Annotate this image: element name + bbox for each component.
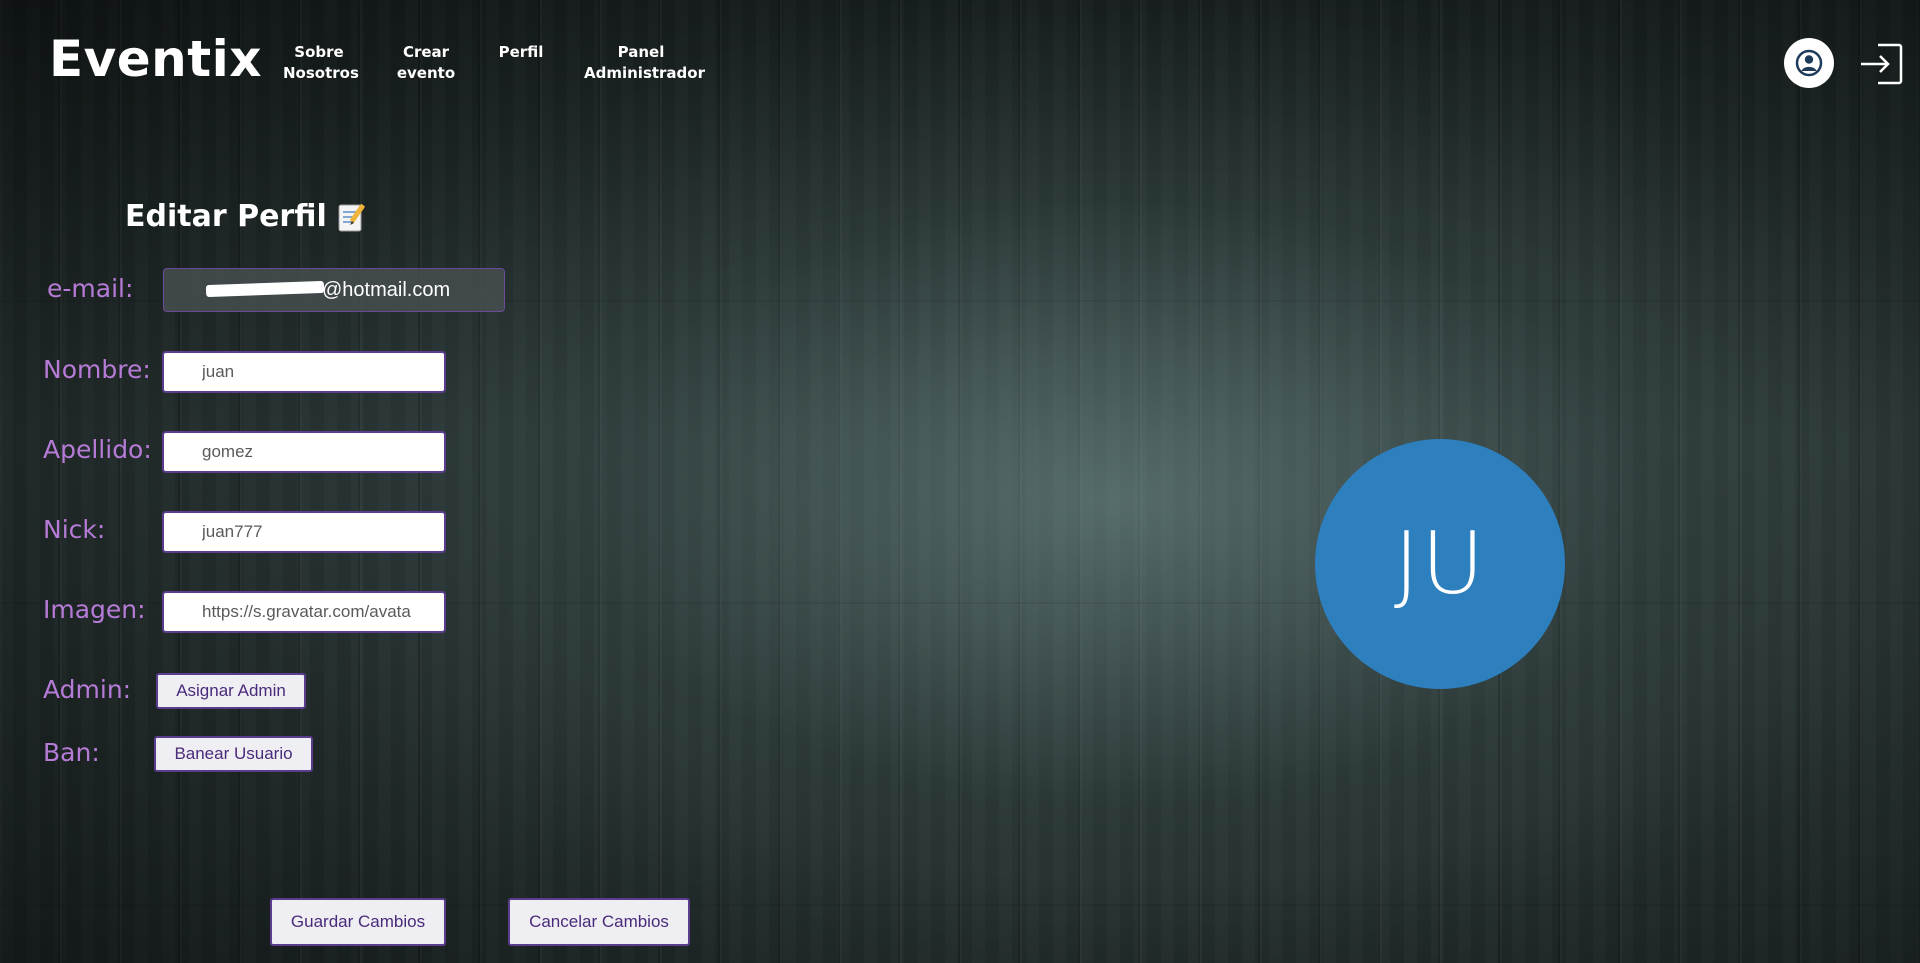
logout-button[interactable]	[1858, 42, 1904, 86]
ban-label: Ban:	[43, 738, 100, 767]
nav-label-line1: Panel	[617, 43, 665, 61]
profile-avatar: JU	[1315, 439, 1565, 689]
nav-label-line2: Nosotros	[283, 64, 359, 82]
email-label: e-mail:	[47, 274, 134, 303]
nav-label-line2: evento	[396, 64, 456, 82]
nombre-label: Nombre:	[43, 355, 151, 384]
email-field: @hotmail.com	[163, 268, 505, 312]
nick-input[interactable]	[162, 511, 446, 553]
email-redaction	[205, 280, 325, 298]
imagen-label: Imagen:	[43, 595, 146, 624]
avatar-initials: JU	[1393, 514, 1487, 614]
save-changes-button[interactable]: Guardar Cambios	[270, 898, 446, 946]
cancel-changes-button[interactable]: Cancelar Cambios	[508, 898, 690, 946]
nav-label-line2: Administrador	[584, 64, 705, 82]
user-circle-icon	[1795, 49, 1823, 77]
user-profile-button[interactable]	[1784, 38, 1834, 88]
apellido-input[interactable]	[162, 431, 446, 473]
memo-icon	[337, 201, 367, 233]
imagen-url-input[interactable]	[162, 591, 446, 633]
logout-icon	[1861, 43, 1903, 85]
nav-sobre-nosotros[interactable]: Sobre Nosotros	[283, 42, 359, 84]
email-value: @hotmail.com	[322, 278, 451, 301]
apellido-label: Apellido:	[43, 435, 152, 464]
ban-user-button[interactable]: Banear Usuario	[154, 736, 313, 772]
nav-label-line1: Sobre	[294, 43, 344, 61]
background-planks	[0, 0, 1920, 963]
app-logo[interactable]: Eventix	[49, 30, 262, 88]
nav-crear-evento[interactable]: Crear evento	[396, 42, 456, 84]
form-title-text: Editar Perfil	[125, 199, 327, 234]
nav-panel-administrador[interactable]: Panel Administrador	[584, 42, 705, 84]
nav-perfil[interactable]: Perfil	[497, 42, 545, 63]
nav-label-line1: Crear	[402, 43, 450, 61]
admin-label: Admin:	[43, 675, 132, 704]
background-vignette	[0, 0, 1920, 963]
nombre-input[interactable]	[162, 351, 446, 393]
edit-profile-title: Editar Perfil	[125, 199, 367, 234]
nav-label-line1: Perfil	[498, 43, 544, 61]
assign-admin-button[interactable]: Asignar Admin	[156, 673, 306, 709]
nick-label: Nick:	[43, 515, 106, 544]
